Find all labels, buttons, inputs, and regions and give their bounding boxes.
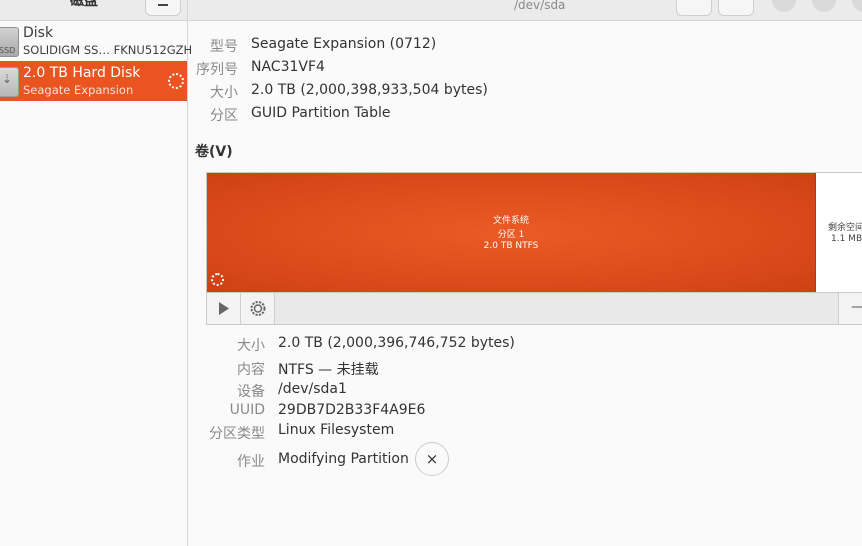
partition-1-block[interactable]: 文件系统 分区 1 2.0 TB NTFS (207, 173, 816, 293)
job-value: Modifying Partition (278, 451, 409, 467)
volumes-heading: 卷(V) (195, 144, 233, 160)
hamburger-icon (158, 4, 168, 6)
app-title: 磁盘 (70, 0, 98, 9)
disk-name: Disk (23, 25, 54, 41)
device-path-subtitle: /dev/sda (514, 0, 566, 12)
uuid-value: 29DB7D2B33F4A9E6 (278, 402, 426, 418)
disk-name: 2.0 TB Hard Disk (23, 65, 141, 81)
partition-size-value: 2.0 TB (2,000,396,746,752 bytes) (278, 335, 515, 351)
menu-button[interactable] (145, 0, 181, 16)
serial-value: NAC31VF4 (251, 59, 325, 75)
disk-subtitle: SOLIDIGM SS… FKNU512GZH (23, 43, 193, 57)
partition-type: 文件系统 (492, 216, 529, 226)
partitioning-label: 分区 (210, 108, 238, 124)
minus-icon: — (851, 299, 862, 315)
volume-map: 文件系统 分区 1 2.0 TB NTFS 剩余空间 1.1 MB (206, 172, 862, 294)
contents-label: 内容 (237, 362, 265, 378)
model-label: 型号 (210, 39, 238, 55)
power-off-button[interactable] (676, 0, 712, 16)
delete-partition-button[interactable]: — (838, 293, 862, 324)
volume-toolbar: — (206, 292, 862, 325)
serial-label: 序列号 (196, 62, 238, 78)
disk-row-ssd[interactable]: SSD Disk SOLIDIGM SS… FKNU512GZH (0, 21, 192, 61)
contents-value: NTFS — 未挂载 (278, 362, 379, 378)
device-value: /dev/sda1 (278, 381, 347, 397)
free-space-block[interactable]: 剩余空间 1.1 MB (816, 173, 862, 293)
size-value: 2.0 TB (2,000,398,933,504 bytes) (251, 82, 488, 98)
partition-settings-button[interactable] (241, 293, 275, 324)
partition-busy-icon (211, 273, 224, 286)
size-label: 大小 (210, 85, 238, 101)
sidebar-header: 磁盘 (0, 0, 187, 21)
mount-button[interactable] (207, 293, 241, 324)
partition-type-value: Linux Filesystem (278, 422, 395, 438)
partition-size: 2.0 TB NTFS (483, 241, 539, 251)
free-space-label: 剩余空间 (828, 223, 862, 233)
sidebar: SSD Disk SOLIDIGM SS… FKNU512GZH ⇣ 2.0 T… (0, 21, 192, 546)
pane-divider (187, 0, 188, 546)
close-icon: × (425, 450, 439, 468)
gear-icon (250, 301, 266, 316)
disk-subtitle: Seagate Expansion (23, 83, 134, 97)
job-label: 作业 (237, 454, 265, 470)
partition-size-label: 大小 (237, 338, 265, 354)
free-space-size: 1.1 MB (831, 234, 862, 244)
usb-symbol-icon: ⇣ (2, 72, 13, 86)
uuid-label: UUID (229, 402, 265, 418)
close-button[interactable] (852, 0, 862, 12)
usb-drive-icon: ⇣ (0, 67, 19, 97)
ssd-icon-label: SSD (0, 46, 16, 55)
minimize-button[interactable] (772, 0, 796, 12)
device-label: 设备 (237, 384, 265, 400)
drive-menu-button[interactable] (718, 0, 754, 16)
partition-name: 分区 1 (497, 230, 525, 240)
partitioning-value: GUID Partition Table (251, 105, 391, 121)
cancel-job-button[interactable]: × (415, 442, 449, 476)
disk-row-hard-disk[interactable]: ⇣ 2.0 TB Hard Disk Seagate Expansion (0, 61, 187, 101)
ssd-drive-icon: SSD (0, 27, 19, 57)
busy-spinner-icon (168, 73, 184, 89)
maximize-button[interactable] (812, 0, 836, 12)
play-icon (219, 302, 229, 315)
main-header: /dev/sda (188, 0, 862, 21)
model-value: Seagate Expansion (0712) (251, 36, 437, 52)
partition-type-label: 分区类型 (209, 426, 265, 442)
